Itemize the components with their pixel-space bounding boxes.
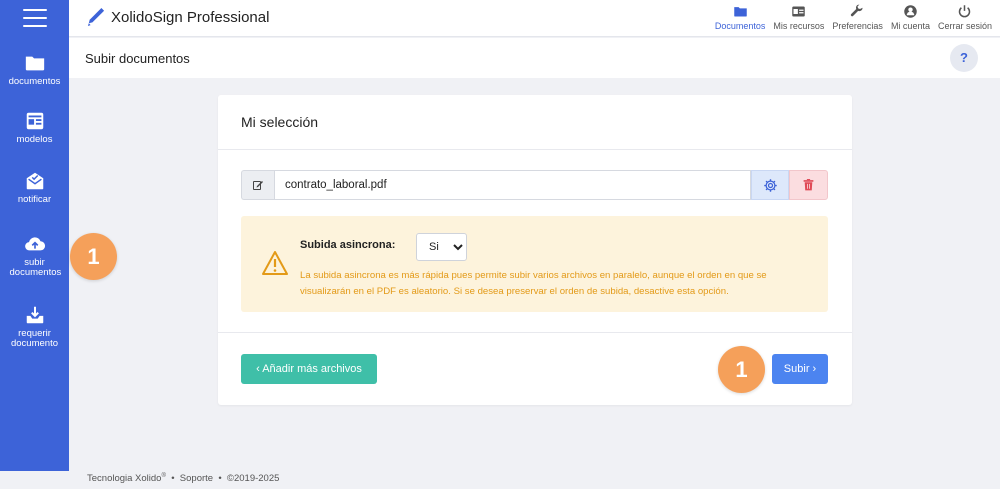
footer-copyright: ©2019-2025 xyxy=(226,473,280,485)
file-row xyxy=(241,170,828,200)
nav-cerrar-sesion[interactable]: Cerrar sesión xyxy=(938,4,992,31)
step-badge: 1 xyxy=(70,233,117,280)
nav-label: Documentos xyxy=(714,21,766,31)
edit-icon xyxy=(253,181,263,190)
user-icon xyxy=(904,5,917,18)
power-icon xyxy=(959,5,971,18)
request-download-icon xyxy=(26,306,43,324)
page-title: Subir documentos xyxy=(85,51,190,66)
notify-envelope-icon xyxy=(26,172,43,190)
footer-separator: • xyxy=(171,473,175,485)
async-upload-alert: Subida asincrona: Si La subida asincrona… xyxy=(241,216,828,312)
help-button[interactable]: ? xyxy=(950,44,978,72)
nav-mi-cuenta[interactable]: Mi cuenta xyxy=(891,4,930,31)
sidebar-item-requerir-documento[interactable]: requerir documento xyxy=(0,304,69,349)
gear-icon xyxy=(763,178,777,192)
sidebar: documentos modelos notificar subir docum… xyxy=(0,0,69,471)
template-icon xyxy=(26,112,43,130)
nav-mis-recursos[interactable]: Mis recursos xyxy=(773,4,824,31)
sidebar-item-label: modelos xyxy=(16,134,53,145)
sidebar-item-notificar[interactable]: notificar xyxy=(0,170,69,205)
folder-icon xyxy=(733,7,747,17)
nav-label: Mis recursos xyxy=(773,21,825,31)
menu-icon[interactable] xyxy=(23,9,47,27)
sidebar-item-subir-documentos[interactable]: subir documentos xyxy=(0,233,69,278)
top-nav: Documentos Mis recursos Preferencias Mi … xyxy=(711,4,1000,31)
nav-label: Cerrar sesión xyxy=(937,21,992,31)
file-settings-button[interactable] xyxy=(751,170,789,200)
wrench-icon xyxy=(851,4,863,17)
async-select[interactable]: Si xyxy=(416,233,467,261)
async-label: Subida asincrona: xyxy=(300,239,396,251)
brand[interactable]: XolidoSign Professional xyxy=(87,7,269,27)
add-more-files-button[interactable]: ‹ Añadir más archivos xyxy=(241,354,377,384)
footer-company[interactable]: Tecnologia Xolido xyxy=(87,473,161,484)
divider xyxy=(218,332,852,333)
card-title: Mi selección xyxy=(241,114,319,130)
cloud-upload-icon xyxy=(24,237,45,251)
nav-preferencias[interactable]: Preferencias xyxy=(832,4,883,31)
divider xyxy=(218,149,852,150)
edit-button[interactable] xyxy=(241,170,274,200)
sidebar-item-label: subir documentos xyxy=(9,257,62,278)
step-badge: 1 xyxy=(718,346,765,393)
trash-icon xyxy=(803,179,814,191)
nav-documentos[interactable]: Documentos xyxy=(714,4,766,31)
footer-registered-mark: ® xyxy=(161,473,166,479)
page-header: Subir documentos ? xyxy=(69,38,1000,78)
async-message: La subida asincrona es más rápida pues p… xyxy=(300,270,767,297)
top-bar: XolidoSign Professional Documentos Mis r… xyxy=(69,0,1000,37)
nav-label: Mi cuenta xyxy=(890,21,930,31)
sidebar-item-label: requerir documento xyxy=(10,328,58,349)
submit-button[interactable]: Subir › xyxy=(772,354,828,384)
sidebar-item-label: documentos xyxy=(8,76,61,87)
folder-icon xyxy=(25,56,44,71)
footer: Tecnologia Xolido® • Soporte • ©2019-202… xyxy=(87,473,279,484)
app-name: XolidoSign Professional xyxy=(111,8,270,26)
delete-file-button[interactable] xyxy=(789,170,828,200)
warning-icon xyxy=(262,251,288,275)
sidebar-item-label: notificar xyxy=(17,194,52,205)
nav-label: Preferencias xyxy=(832,21,883,31)
pen-logo-icon xyxy=(87,8,105,26)
sidebar-item-documentos[interactable]: documentos xyxy=(0,52,69,87)
footer-separator: • xyxy=(218,473,222,485)
sidebar-item-modelos[interactable]: modelos xyxy=(0,110,69,145)
footer-support-link[interactable]: Soporte xyxy=(180,473,213,484)
id-card-icon xyxy=(792,6,806,17)
file-name-input[interactable] xyxy=(274,170,751,200)
